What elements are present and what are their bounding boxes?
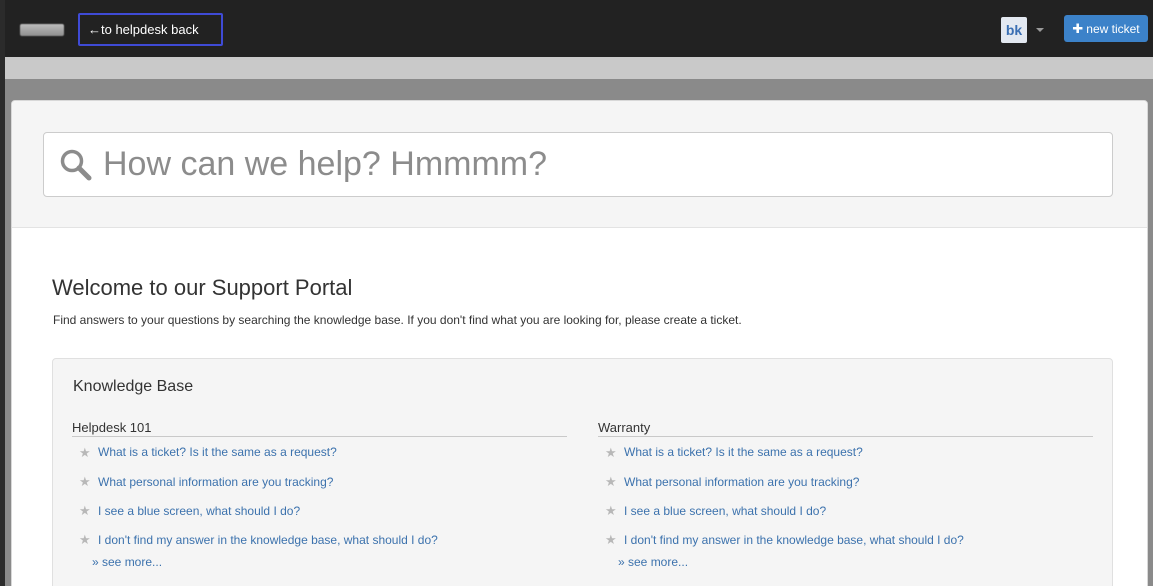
top-navbar: ←to helpdesk back bk ✚ new ticket: [5, 0, 1153, 57]
back-to-helpdesk-link[interactable]: ←to helpdesk back: [78, 13, 223, 46]
list-item: ★ I don't find my answer in the knowledg…: [72, 525, 567, 554]
kb-category-title: Helpdesk 101: [72, 420, 567, 437]
star-icon[interactable]: ★: [605, 474, 617, 490]
user-menu[interactable]: bk: [1001, 17, 1044, 43]
portal-card: Welcome to our Support Portal Find answe…: [11, 100, 1148, 586]
kb-category-helpdesk-101: Helpdesk 101 ★ What is a ticket? Is it t…: [72, 420, 567, 569]
kb-article-link[interactable]: What is a ticket? Is it the same as a re…: [624, 445, 863, 459]
search-area: [12, 101, 1147, 228]
star-icon[interactable]: ★: [605, 532, 617, 548]
knowledge-base-panel: Knowledge Base Helpdesk 101 ★ What is a …: [52, 358, 1113, 586]
user-avatar[interactable]: bk: [1001, 17, 1027, 43]
app-window: ←to helpdesk back bk ✚new ticket Welcome…: [0, 0, 1153, 586]
kb-article-link[interactable]: I don't find my answer in the knowledge …: [98, 533, 438, 547]
list-item: ★ What is a ticket? Is it the same as a …: [598, 445, 1093, 467]
kb-article-link[interactable]: What personal information are you tracki…: [624, 475, 859, 489]
star-icon[interactable]: ★: [79, 532, 91, 548]
list-item: ★ I see a blue screen, what should I do?: [72, 496, 567, 525]
list-item: ★ What is a ticket? Is it the same as a …: [72, 445, 567, 467]
welcome-title: Welcome to our Support Portal: [52, 275, 353, 300]
knowledge-base-title: Knowledge Base: [73, 378, 194, 395]
search-icon: [59, 148, 93, 182]
subheader-band: [5, 57, 1153, 79]
kb-category-warranty: Warranty ★ What is a ticket? Is it the s…: [598, 420, 1093, 569]
new-ticket-button[interactable]: ✚ new ticket: [1064, 15, 1148, 42]
star-icon[interactable]: ★: [79, 474, 91, 490]
kb-article-list: ★ What is a ticket? Is it the same as a …: [598, 445, 1093, 554]
list-item: ★ What personal information are you trac…: [598, 467, 1093, 496]
star-icon[interactable]: ★: [605, 445, 617, 461]
list-item: ★ What personal information are you trac…: [72, 467, 567, 496]
search-box[interactable]: [43, 132, 1113, 197]
welcome-text: Find answers to your questions by search…: [53, 313, 742, 327]
kb-article-link[interactable]: What is a ticket? Is it the same as a re…: [98, 445, 337, 459]
see-more-link[interactable]: » see more...: [92, 555, 567, 569]
star-icon[interactable]: ★: [79, 445, 91, 461]
kb-article-link[interactable]: I don't find my answer in the knowledge …: [624, 533, 964, 547]
kb-category-title: Warranty: [598, 420, 1093, 437]
star-icon[interactable]: ★: [605, 503, 617, 519]
kb-article-list: ★ What is a ticket? Is it the same as a …: [72, 445, 567, 554]
kb-article-link[interactable]: What personal information are you tracki…: [98, 475, 333, 489]
star-icon[interactable]: ★: [79, 503, 91, 519]
kb-article-link[interactable]: I see a blue screen, what should I do?: [98, 504, 300, 518]
chevron-down-icon[interactable]: [1036, 28, 1044, 32]
list-item: ★ I don't find my answer in the knowledg…: [598, 525, 1093, 554]
plus-icon: ✚: [1072, 21, 1084, 36]
new-ticket-label: new ticket: [1086, 22, 1140, 36]
see-more-link[interactable]: » see more...: [618, 555, 1093, 569]
list-item: ★ I see a blue screen, what should I do?: [598, 496, 1093, 525]
company-logo: [20, 24, 64, 36]
kb-article-link[interactable]: I see a blue screen, what should I do?: [624, 504, 826, 518]
search-input[interactable]: [103, 145, 1083, 184]
